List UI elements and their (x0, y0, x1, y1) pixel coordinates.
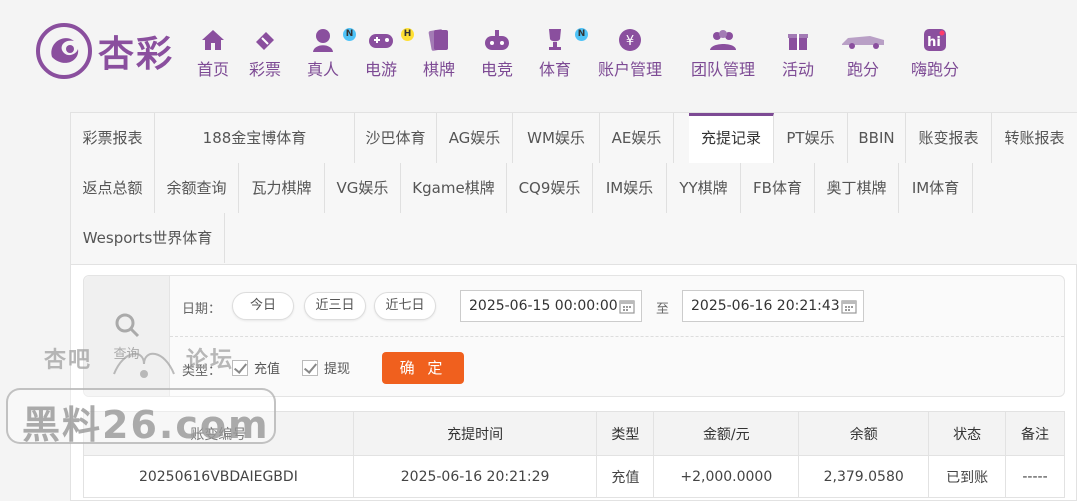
brand-logo-icon (36, 23, 92, 79)
tab-cq9[interactable]: CQ9娱乐 (507, 163, 593, 213)
start-date-value: 2025-06-15 00:00:00 (469, 298, 618, 314)
nav-slots[interactable]: H 电游 (352, 26, 414, 80)
tab-ae[interactable]: AE娱乐 (600, 113, 674, 163)
report-panel: 彩票报表 188金宝博体育 沙巴体育 AG娱乐 WM娱乐 AE娱乐 日结总览 充… (70, 112, 1077, 501)
brand-logo[interactable]: 杏彩 (34, 20, 194, 82)
svg-text:¥: ¥ (626, 34, 634, 49)
yen-coin-icon: ¥ (619, 29, 641, 51)
main-nav: 首页 彩票 N 真人 H 电游 棋牌 电竞 N 体育 ¥ 账户管理 团队管理 活… (190, 26, 970, 80)
table-header-row: 账变编号 充提时间 类型 金额/元 余额 状态 备注 (83, 411, 1065, 456)
nav-esports[interactable]: 电竞 (468, 26, 526, 80)
cell-amount: +2,000.0000 (653, 455, 800, 498)
last-seven-days-button[interactable]: 近七日 (374, 292, 436, 320)
col-note: 备注 (1005, 411, 1065, 456)
tab-deposit-withdraw-records[interactable]: 充提记录 (689, 113, 774, 163)
nav-run-points[interactable]: 跑分 (826, 26, 900, 80)
col-balance: 余额 (798, 411, 930, 456)
gift-icon (788, 34, 808, 50)
tab-im-sports[interactable]: IM体育 (899, 163, 973, 213)
deposit-checkbox-label: 充值 (254, 362, 281, 377)
dealer-icon (313, 29, 333, 52)
search-label: 查询 (113, 346, 140, 362)
nav-lottery[interactable]: 彩票 (236, 26, 294, 80)
car-icon (842, 36, 884, 49)
tab-lottery-report[interactable]: 彩票报表 (71, 113, 155, 163)
tab-rebate-total[interactable]: 返点总额 (71, 163, 155, 213)
tab-balance-change-report[interactable]: 账变报表 (906, 113, 992, 163)
filter-divider (170, 336, 1064, 337)
tab-transfer-report[interactable]: 转账报表 (992, 113, 1077, 163)
top-header: 杏彩 首页 彩票 N 真人 H 电游 棋牌 电竞 N 体育 ¥ 账户管理 团队管… (0, 0, 1077, 100)
nav-events[interactable]: 活动 (770, 26, 826, 80)
tab-wali-chess[interactable]: 瓦力棋牌 (239, 163, 325, 213)
tab-vg[interactable]: VG娱乐 (325, 163, 401, 213)
last-three-days-button[interactable]: 近三日 (304, 292, 366, 320)
nav-home[interactable]: 首页 (190, 26, 236, 80)
search-filter: 查询 日期： 今日 近三日 近七日 2025-06-15 00:00:00 至 … (83, 275, 1065, 397)
cards-icon (428, 29, 448, 51)
cell-status: 已到账 (928, 455, 1007, 498)
type-label: 类型： (182, 364, 222, 379)
end-date-value: 2025-06-16 20:21:43 (691, 298, 840, 314)
start-date-input[interactable]: 2025-06-15 00:00:00 (460, 290, 642, 322)
nav-hi-run-points[interactable]: hi 嗨跑分 (900, 26, 970, 80)
brand-name: 杏彩 (98, 33, 175, 75)
nav-sports[interactable]: N 体育 (526, 26, 588, 80)
calendar-icon[interactable] (841, 298, 857, 314)
cell-time: 2025-06-16 20:21:29 (352, 455, 598, 498)
nav-team[interactable]: 团队管理 (676, 26, 770, 80)
ticket-icon (256, 32, 274, 50)
records-table: 账变编号 充提时间 类型 金额/元 余额 状态 备注 20250616VBDAI… (83, 411, 1065, 498)
svg-text:hi: hi (927, 35, 941, 50)
checkbox-box[interactable] (232, 359, 248, 376)
to-label: 至 (656, 302, 670, 317)
end-date-input[interactable]: 2025-06-16 20:21:43 (682, 290, 864, 322)
nav-live[interactable]: N 真人 (294, 26, 356, 80)
withdraw-checkbox[interactable]: 提现 (302, 358, 350, 377)
nav-account[interactable]: ¥ 账户管理 (584, 26, 676, 80)
calendar-icon[interactable] (619, 298, 635, 314)
withdraw-checkbox-label: 提现 (324, 362, 351, 377)
search-icon (115, 313, 139, 337)
checkbox-box[interactable] (302, 359, 318, 376)
trophy-icon (549, 29, 561, 50)
col-status: 状态 (928, 411, 1007, 456)
search-section[interactable]: 查询 (84, 276, 170, 396)
home-icon (202, 30, 224, 50)
tab-saba-sports[interactable]: 沙巴体育 (355, 113, 437, 163)
col-transaction-id: 账变编号 (83, 411, 354, 456)
nav-chess[interactable]: 棋牌 (410, 26, 468, 80)
col-type: 类型 (596, 411, 655, 456)
table-row: 20250616VBDAIEGBDI 2025-06-16 20:21:29 充… (83, 455, 1065, 498)
cell-balance: 2,379.0580 (798, 455, 930, 498)
tab-odin-chess[interactable]: 奥丁棋牌 (815, 163, 899, 213)
team-icon (710, 30, 736, 50)
tab-im[interactable]: IM娱乐 (593, 163, 667, 213)
tab-fb-sports[interactable]: FB体育 (741, 163, 815, 213)
tab-yy-chess[interactable]: YY棋牌 (667, 163, 741, 213)
cell-note: ----- (1005, 455, 1065, 498)
tab-ag[interactable]: AG娱乐 (437, 113, 513, 163)
hi-app-icon: hi (924, 29, 946, 51)
tab-bbin[interactable]: BBIN (848, 113, 906, 163)
tab-188bet-sports[interactable]: 188金宝博体育 (155, 113, 355, 163)
report-tabs: 彩票报表 188金宝博体育 沙巴体育 AG娱乐 WM娱乐 AE娱乐 日结总览 充… (71, 113, 1077, 265)
tab-wesports[interactable]: Wesports世界体育 (71, 213, 225, 263)
confirm-button[interactable]: 确 定 (382, 352, 464, 384)
col-amount: 金额/元 (653, 411, 800, 456)
gamepad-icon (369, 34, 393, 48)
tab-wm[interactable]: WM娱乐 (513, 113, 600, 163)
controller-icon (485, 30, 509, 50)
tab-pt[interactable]: PT娱乐 (774, 113, 848, 163)
cell-type: 充值 (596, 455, 655, 498)
date-label: 日期： (182, 302, 222, 317)
col-time: 充提时间 (352, 411, 598, 456)
tab-kgame-chess[interactable]: Kgame棋牌 (401, 163, 507, 213)
deposit-checkbox[interactable]: 充值 (232, 358, 280, 377)
tab-balance-query[interactable]: 余额查询 (155, 163, 239, 213)
cell-transaction-id: 20250616VBDAIEGBDI (83, 455, 354, 498)
today-button[interactable]: 今日 (232, 292, 294, 320)
